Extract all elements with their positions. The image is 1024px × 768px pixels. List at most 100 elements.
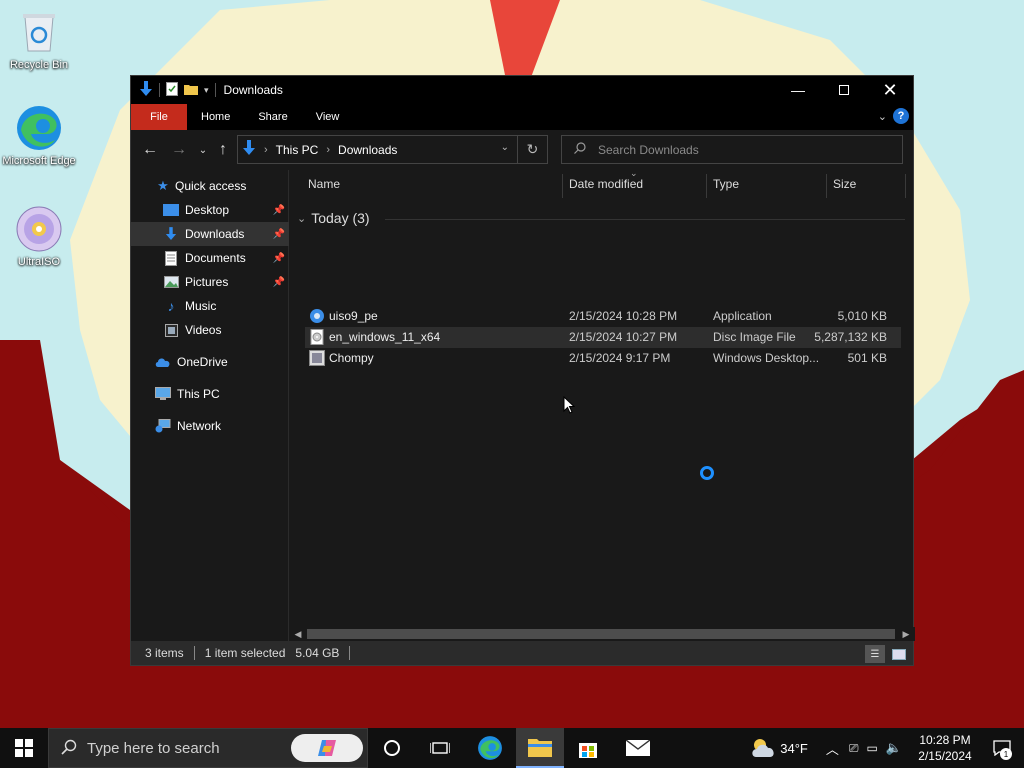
nav-pictures[interactable]: Pictures 📌 [163,270,285,294]
taskbar-edge[interactable] [466,728,514,768]
search-box[interactable] [561,135,903,164]
task-view-button[interactable] [416,728,464,768]
nav-this-pc[interactable]: This PC [155,382,285,406]
nav-documents[interactable]: Documents 📌 [163,246,285,270]
group-header-today[interactable]: ⌄ Today (3) [297,210,370,226]
taskbar-file-explorer[interactable] [516,728,564,768]
file-name: Chompy [329,351,374,365]
file-row[interactable]: uiso9_pe 2/15/2024 10:28 PM Application … [305,306,901,327]
large-icons-view-button[interactable] [889,645,909,663]
group-label: Today (3) [311,210,370,226]
notification-center-button[interactable]: 1 [980,728,1024,768]
computer-icon [155,386,171,402]
desktop-icon-recycle-bin[interactable]: Recycle Bin [1,8,77,72]
scroll-right-icon[interactable]: ▶ [899,627,913,641]
column-header-size[interactable]: Size [833,170,856,198]
busy-cursor-spinner [700,466,714,480]
file-name: en_windows_11_x64 [329,330,441,344]
new-folder-icon[interactable] [184,83,198,98]
nav-downloads[interactable]: Downloads 📌 [131,222,289,246]
cortana-button[interactable] [368,728,416,768]
breadcrumb-this-pc[interactable]: This PC [276,143,319,157]
pin-icon[interactable]: 📌 [273,253,285,264]
column-header-name[interactable]: Name [308,170,340,198]
back-arrow-icon: ← [142,141,158,158]
weather-cloud-icon[interactable] [750,737,776,760]
details-view-button[interactable]: ☰ [865,645,885,663]
refresh-icon: ↻ [526,141,539,157]
details-view-icon: ☰ [870,648,880,660]
mail-icon [626,740,650,756]
weather-temperature[interactable]: 34°F [780,741,808,756]
breadcrumb-downloads[interactable]: Downloads [338,143,397,157]
network-icon [155,418,171,434]
nav-videos[interactable]: Videos [163,318,285,342]
clock[interactable]: 10:28 PM 2/15/2024 [910,732,980,764]
up-button[interactable]: ↑ [213,140,233,160]
nav-quick-access[interactable]: ★ Quick access [155,174,285,198]
file-name: uiso9_pe [329,309,378,323]
desktop-icon-ultraiso[interactable]: UltraISO [1,205,77,269]
start-button[interactable] [0,728,48,768]
properties-icon[interactable] [166,81,178,99]
file-size: 5,010 KB [837,309,887,323]
scrollbar-thumb[interactable] [307,629,895,639]
tab-file[interactable]: File [131,104,187,130]
file-type: Windows Desktop... [713,351,820,365]
taskbar-mail[interactable] [614,728,662,768]
file-row[interactable]: Chompy 2/15/2024 9:17 PM Windows Desktop… [305,348,901,369]
tab-share[interactable]: Share [244,104,301,130]
volume-muted-icon[interactable]: 🔈 [886,740,902,756]
sort-caret-icon: ⌄ [630,168,638,178]
chevron-down-icon: ⌄ [198,144,208,156]
nav-network[interactable]: Network [155,414,285,438]
back-button[interactable]: ← [140,140,160,160]
network-status-icon[interactable]: ▭ [866,741,877,755]
expand-ribbon-icon[interactable]: ⌄ [878,110,887,123]
maximize-button[interactable] [821,76,867,104]
nav-music[interactable]: ♪ Music [163,294,285,318]
chevron-up-icon[interactable]: ︿ [826,739,839,758]
nav-onedrive[interactable]: OneDrive [155,350,285,374]
close-button[interactable]: ✕ [867,76,913,104]
tab-home[interactable]: Home [187,104,244,130]
customize-toolbar-icon[interactable]: ▾ [204,85,209,96]
nav-label: Quick access [175,179,247,193]
selection-count: 1 item selected [204,646,286,660]
recent-locations-button[interactable]: ⌄ [193,140,213,160]
file-size: 501 KB [847,351,887,365]
clock-date: 2/15/2024 [918,749,972,763]
tab-view[interactable]: View [302,104,354,130]
refresh-button[interactable]: ↻ [517,136,547,163]
help-icon[interactable]: ? [893,108,909,124]
address-bar[interactable]: › This PC › Downloads ⌄ ↻ [237,135,548,164]
pin-icon[interactable]: 📌 [273,229,285,240]
taskbar-store[interactable] [564,728,612,768]
taskbar-search-input[interactable] [87,739,277,757]
file-row[interactable]: en_windows_11_x64 2/15/2024 10:27 PM Dis… [305,327,901,348]
pin-icon[interactable]: 📌 [273,205,285,216]
item-count: 3 items [145,646,184,660]
cloud-icon [155,354,171,370]
column-header-type[interactable]: Type [713,170,739,198]
minimize-button[interactable]: — [775,76,821,104]
nav-desktop[interactable]: Desktop 📌 [163,198,285,222]
copilot-button[interactable] [291,734,363,762]
title-bar[interactable]: ▾ Downloads — ✕ [131,76,913,104]
desktop-icon-edge[interactable]: Microsoft Edge [1,104,77,168]
copilot-icon [318,740,336,756]
meet-now-icon[interactable]: ⎚ [849,741,859,756]
forward-button[interactable]: → [169,140,189,160]
taskbar-search-box[interactable] [48,728,368,768]
pin-icon[interactable]: 📌 [273,277,285,288]
address-dropdown-icon[interactable]: ⌄ [501,142,509,153]
window-title: Downloads [223,83,283,97]
download-arrow-icon [139,80,153,100]
breadcrumb-separator-icon: › [264,143,268,156]
disc-image-icon [309,329,325,345]
windows-logo-icon [15,739,33,757]
scroll-left-icon[interactable]: ◀ [291,627,305,641]
navigation-pane: ★ Quick access Desktop 📌 Downloads 📌 Doc… [131,170,289,641]
horizontal-scrollbar[interactable]: ◀ ▶ [289,627,915,641]
search-input[interactable] [598,142,888,157]
